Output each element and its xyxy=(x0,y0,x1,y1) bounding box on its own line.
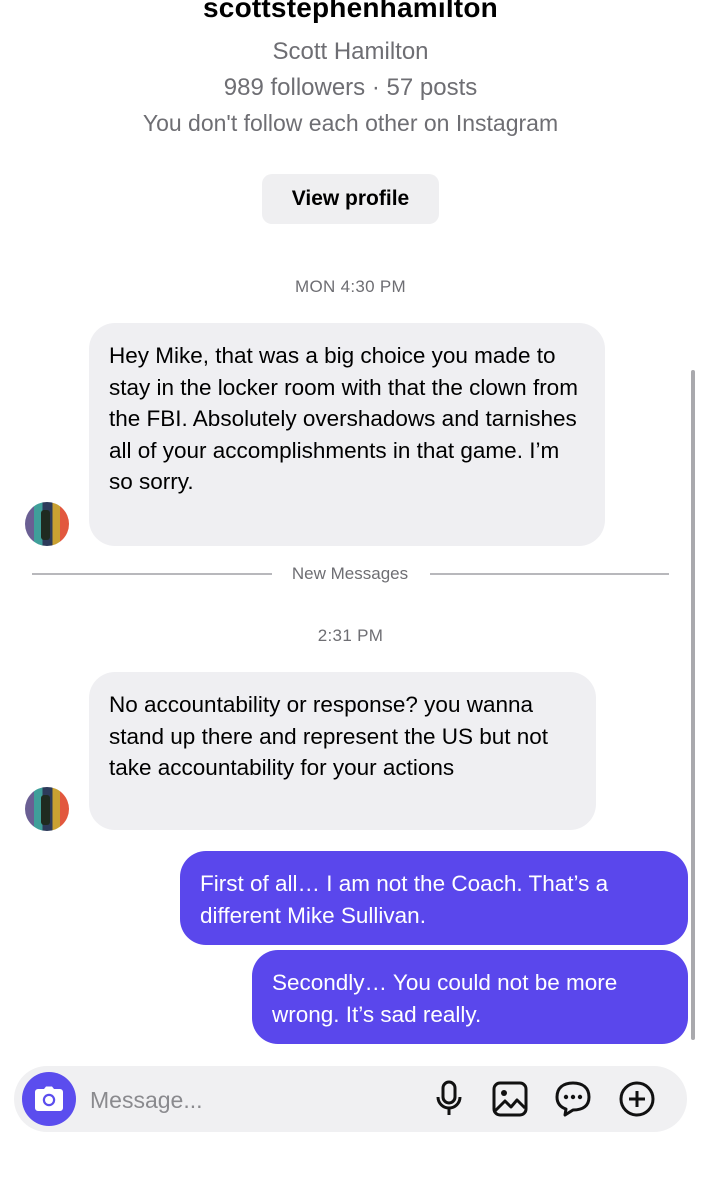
new-messages-divider: New Messages xyxy=(291,564,409,583)
sticker-icon xyxy=(555,1081,591,1117)
follow-status: You don't follow each other on Instagram xyxy=(142,110,559,136)
incoming-message-bubble[interactable]: Hey Mike, that was a big choice you made… xyxy=(89,323,605,546)
sticker-button[interactable] xyxy=(553,1079,593,1119)
gallery-button[interactable] xyxy=(490,1079,530,1119)
gallery-icon xyxy=(492,1081,528,1117)
sender-avatar[interactable] xyxy=(25,502,69,546)
outgoing-message-bubble[interactable]: Secondly… You could not be more wrong. I… xyxy=(252,950,688,1044)
microphone-icon xyxy=(436,1080,462,1115)
sender-avatar[interactable] xyxy=(25,787,69,831)
microphone-button[interactable] xyxy=(429,1079,469,1119)
message-input[interactable] xyxy=(90,1080,410,1120)
incoming-message-bubble[interactable]: No accountability or response? you wanna… xyxy=(89,672,596,830)
scrollbar[interactable] xyxy=(691,370,695,1040)
divider-line-left xyxy=(32,573,272,575)
add-button[interactable] xyxy=(617,1079,657,1119)
camera-icon xyxy=(35,1086,63,1111)
camera-button[interactable] xyxy=(22,1072,76,1126)
plus-icon xyxy=(619,1081,655,1117)
view-profile-button[interactable]: View profile xyxy=(262,174,439,224)
avatar-figure xyxy=(41,795,50,825)
avatar-figure xyxy=(41,510,50,540)
divider-line-right xyxy=(430,573,669,575)
outgoing-message-bubble[interactable]: First of all… I am not the Coach. That’s… xyxy=(180,851,688,945)
profile-username: scottstephenhamilton xyxy=(203,0,498,23)
timestamp: 2:31 PM xyxy=(317,626,384,645)
timestamp: MON 4:30 PM xyxy=(295,277,406,296)
profile-full-name: Scott Hamilton xyxy=(272,38,429,65)
profile-stats: 989 followers · 57 posts xyxy=(223,74,478,101)
